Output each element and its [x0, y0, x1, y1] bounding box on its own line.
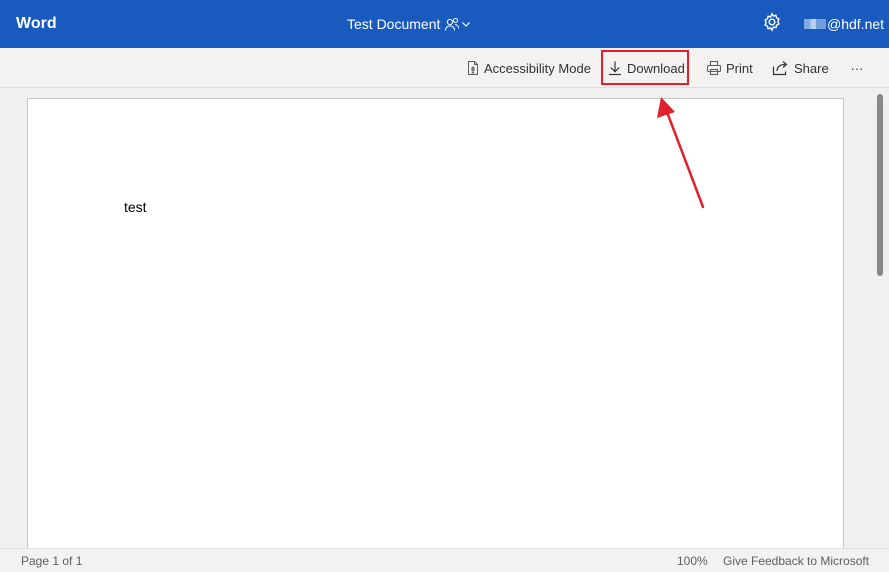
share-icon	[772, 60, 790, 76]
command-bar: Accessibility Mode Download Print Share …	[0, 48, 889, 88]
document-canvas[interactable]: test	[0, 88, 889, 548]
more-icon: ···	[850, 60, 864, 76]
accessibility-document-icon	[466, 60, 480, 76]
redacted-username	[804, 19, 826, 29]
download-icon	[607, 60, 623, 76]
page-count: Page 1 of 1	[21, 554, 83, 568]
app-name[interactable]: Word	[16, 14, 57, 34]
scrollbar-thumb[interactable]	[877, 94, 883, 276]
people-icon	[444, 16, 460, 32]
status-bar: Page 1 of 1 100% Give Feedback to Micros…	[0, 548, 889, 572]
share-button[interactable]: Share	[772, 56, 829, 80]
gear-icon	[762, 11, 782, 37]
chevron-down-icon	[461, 19, 471, 29]
document-body-text: test	[124, 199, 147, 215]
word-online-window: Word Test Document @hdf.net Accessibilit…	[0, 0, 889, 572]
more-options-button[interactable]: ···	[848, 56, 866, 80]
account-button[interactable]: @hdf.net	[804, 14, 884, 34]
vertical-scrollbar[interactable]	[874, 88, 889, 548]
download-button[interactable]: Download	[607, 56, 685, 80]
share-label: Share	[794, 60, 829, 76]
title-bar: Word Test Document @hdf.net	[0, 0, 889, 48]
account-email: @hdf.net	[827, 16, 885, 32]
give-feedback-link[interactable]: Give Feedback to Microsoft	[723, 553, 869, 569]
document-title-button[interactable]: Test Document	[347, 12, 471, 36]
document-page[interactable]: test	[27, 98, 844, 548]
accessibility-mode-button[interactable]: Accessibility Mode	[466, 56, 591, 80]
printer-icon	[706, 60, 722, 76]
accessibility-mode-label: Accessibility Mode	[484, 60, 591, 76]
download-label: Download	[627, 60, 685, 76]
settings-button[interactable]	[760, 11, 784, 37]
document-title: Test Document	[347, 16, 441, 32]
zoom-level[interactable]: 100%	[677, 553, 708, 569]
print-label: Print	[726, 60, 753, 76]
print-button[interactable]: Print	[706, 56, 753, 80]
